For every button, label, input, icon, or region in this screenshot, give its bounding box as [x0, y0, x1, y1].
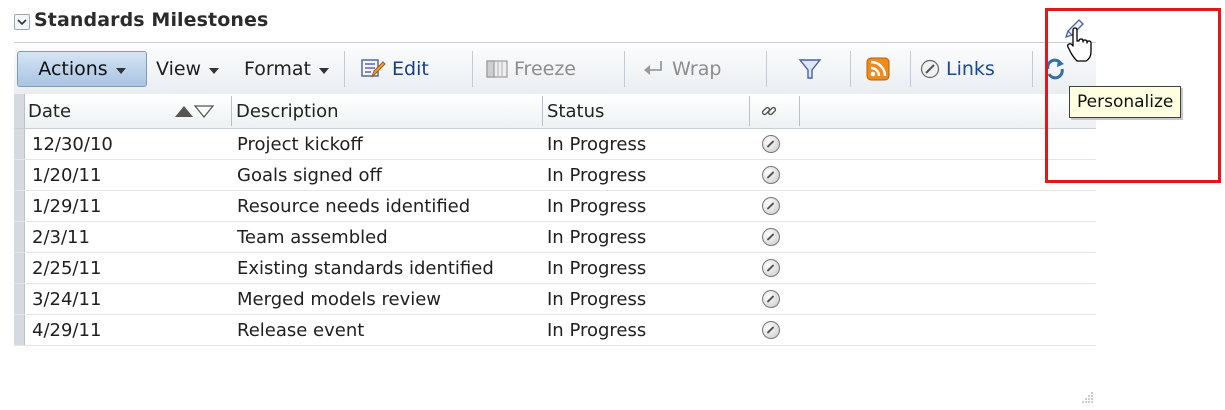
rss-icon [866, 57, 890, 81]
description-cell: Goals signed off [237, 164, 382, 186]
links-button[interactable]: Links [920, 52, 995, 86]
table-body: 12/30/10 Project kickoff In Progress 1/2… [14, 129, 1096, 346]
chevron-down-icon [209, 67, 220, 74]
filter-button[interactable] [798, 52, 822, 86]
chevron-down-icon [115, 67, 126, 74]
chevron-down-icon [17, 19, 27, 26]
description-cell: Merged models review [237, 288, 442, 310]
link-icon[interactable] [762, 166, 780, 184]
table-row[interactable]: 12/30/10 Project kickoff In Progress [14, 129, 1096, 160]
column-header-links[interactable] [760, 94, 778, 128]
view-menu-button[interactable]: View [156, 52, 220, 86]
row-handle [14, 191, 25, 221]
toolbar-divider [766, 51, 767, 87]
edit-icon [361, 59, 386, 78]
column-header-status[interactable]: Status [547, 94, 604, 128]
edit-label: Edit [392, 58, 429, 80]
link-icon [920, 59, 940, 79]
column-header-label: Date [28, 100, 72, 122]
actions-menu-button[interactable]: Actions [17, 51, 147, 87]
toolbar-divider [850, 51, 851, 87]
link-icon [761, 106, 777, 116]
table-header: Date Description Status [14, 94, 1096, 129]
table-row[interactable]: 2/3/11 Team assembled In Progress [14, 222, 1096, 253]
row-handle [14, 160, 25, 190]
date-cell: 3/24/11 [32, 288, 102, 310]
filter-icon [798, 59, 822, 79]
milestones-table: Date Description Status 12/30/10 Project… [14, 94, 1096, 346]
date-cell: 2/3/11 [32, 226, 90, 248]
freeze-button[interactable]: Freeze [486, 52, 576, 86]
hand-pointer-icon [1065, 27, 1095, 67]
wrap-label: Wrap [672, 58, 722, 80]
toolbar-divider [624, 51, 625, 87]
format-menu-button[interactable]: Format [244, 52, 329, 86]
column-header-label: Description [236, 100, 339, 122]
description-cell: Release event [237, 319, 365, 341]
resize-grip-icon[interactable] [1082, 388, 1094, 407]
column-divider [542, 96, 543, 126]
row-handle [14, 315, 25, 345]
wrap-button[interactable]: Wrap [642, 52, 721, 86]
personalize-tooltip: Personalize [1069, 86, 1182, 118]
description-cell: Existing standards identified [237, 257, 494, 279]
rss-button[interactable] [866, 52, 890, 86]
status-cell: In Progress [547, 319, 647, 341]
links-label: Links [946, 58, 995, 80]
description-cell: Project kickoff [237, 133, 363, 155]
status-cell: In Progress [547, 226, 647, 248]
actions-label: Actions [38, 58, 108, 80]
row-handle [14, 222, 25, 252]
status-cell: In Progress [547, 164, 647, 186]
status-cell: In Progress [547, 133, 647, 155]
link-icon[interactable] [762, 259, 780, 277]
date-cell: 4/29/11 [32, 319, 102, 341]
link-icon[interactable] [762, 135, 780, 153]
toolbar: Actions View Format Edit Freeze Wrap Lin… [14, 42, 1096, 96]
date-cell: 1/20/11 [32, 164, 102, 186]
toolbar-divider [472, 51, 473, 87]
format-label: Format [244, 58, 311, 80]
date-cell: 1/29/11 [32, 195, 102, 217]
toolbar-divider [344, 51, 345, 87]
column-divider [749, 96, 750, 126]
toolbar-divider [1032, 51, 1033, 87]
table-row[interactable]: 4/29/11 Release event In Progress [14, 315, 1096, 346]
toolbar-divider [910, 51, 911, 87]
header-row-handle [14, 94, 25, 128]
edit-button[interactable]: Edit [360, 52, 429, 86]
panel-title: Standards Milestones [34, 9, 269, 31]
link-icon[interactable] [762, 228, 780, 246]
column-divider [799, 96, 800, 126]
view-label: View [156, 58, 202, 80]
status-cell: In Progress [547, 257, 647, 279]
status-cell: In Progress [547, 195, 647, 217]
table-row[interactable]: 3/24/11 Merged models review In Progress [14, 284, 1096, 315]
link-icon[interactable] [762, 290, 780, 308]
description-cell: Resource needs identified [237, 195, 471, 217]
table-row[interactable]: 1/20/11 Goals signed off In Progress [14, 160, 1096, 191]
table-row[interactable]: 1/29/11 Resource needs identified In Pro… [14, 191, 1096, 222]
column-header-label: Status [547, 100, 605, 122]
link-icon[interactable] [762, 197, 780, 215]
freeze-label: Freeze [514, 58, 576, 80]
row-handle [14, 253, 25, 283]
table-row[interactable]: 2/25/11 Existing standards identified In… [14, 253, 1096, 284]
row-handle [14, 129, 25, 159]
row-handle [14, 284, 25, 314]
date-cell: 2/25/11 [32, 257, 102, 279]
wrap-icon [644, 61, 662, 75]
sort-control[interactable] [174, 94, 214, 128]
collapse-toggle-button[interactable] [14, 14, 30, 30]
sort-ascending-descending-icon [175, 105, 214, 118]
description-cell: Team assembled [237, 226, 388, 248]
column-divider [231, 96, 232, 126]
freeze-icon [486, 60, 508, 78]
link-icon[interactable] [762, 321, 780, 339]
date-cell: 12/30/10 [32, 133, 113, 155]
chevron-down-icon [318, 67, 329, 74]
column-header-date[interactable]: Date [28, 94, 71, 128]
column-header-description[interactable]: Description [236, 94, 339, 128]
status-cell: In Progress [547, 288, 647, 310]
